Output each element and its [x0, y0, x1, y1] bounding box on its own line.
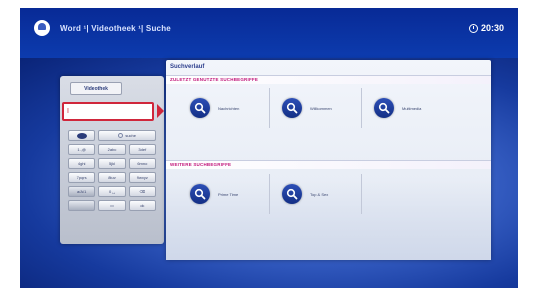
- search-icon: [282, 184, 302, 204]
- other-item-label: Top & Sex: [310, 191, 329, 197]
- search-history-panel: Suchverlauf ZULETZT GENUTZTE SUCHBEGRIFF…: [166, 60, 491, 260]
- breadcrumb: Word ¹| Videotheek ¹| Suche: [60, 23, 171, 33]
- search-icon: [374, 98, 394, 118]
- other-row: Prime Time Top & Sex: [178, 172, 488, 216]
- key-label: suche: [125, 133, 136, 138]
- section-other-header: WEITERE SUCHBEGRIFFE: [166, 160, 491, 169]
- key-7[interactable]: 7pqrs: [68, 172, 96, 183]
- empty-tile: [362, 174, 454, 214]
- key-ok[interactable]: ok: [128, 200, 156, 211]
- key-5[interactable]: 5jkl: [98, 158, 126, 169]
- key-6[interactable]: 6mno: [128, 158, 156, 169]
- panel-title: Suchverlauf: [170, 64, 205, 70]
- recent-item-label: Willkommen: [310, 105, 332, 111]
- recent-row: Nachrichten Willkommen Multimedia: [178, 86, 488, 130]
- key-0[interactable]: 0 ␣: [98, 186, 126, 197]
- eye-icon: [76, 132, 87, 139]
- key-3[interactable]: 3def: [128, 144, 156, 155]
- search-icon: [118, 133, 124, 138]
- clock: 20:30: [468, 23, 504, 33]
- key-eye[interactable]: [68, 130, 96, 141]
- section-recent-header: ZULETZT GENUTZTE SUCHBEGRIFFE: [166, 75, 491, 84]
- home-icon[interactable]: [34, 20, 50, 36]
- recent-item[interactable]: Willkommen: [270, 88, 362, 128]
- recent-item-label: Multimedia: [402, 105, 422, 111]
- keypad: suche 1.,@ 2abc 3def 4ghi 5jkl 6mno 7pqr…: [68, 130, 156, 211]
- tab-videothek[interactable]: Videothek: [70, 82, 122, 95]
- other-item-label: Prime Time: [218, 191, 239, 197]
- key-backspace[interactable]: ⌫: [128, 186, 156, 197]
- key-search[interactable]: suche: [98, 130, 156, 141]
- key-keyboard[interactable]: ▭: [98, 200, 126, 211]
- input-arrow-icon: [157, 104, 164, 118]
- key-blank[interactable]: [68, 200, 96, 211]
- other-item[interactable]: Prime Time: [178, 174, 270, 214]
- recent-item[interactable]: Nachrichten: [178, 88, 270, 128]
- other-item[interactable]: Top & Sex: [270, 174, 362, 214]
- keyboard-panel: Videothek I suche 1.,@ 2abc 3def 4ghi 5j…: [60, 76, 164, 244]
- recent-item[interactable]: Multimedia: [362, 88, 454, 128]
- search-input[interactable]: I: [62, 102, 154, 121]
- key-4[interactable]: 4ghi: [68, 158, 96, 169]
- key-8[interactable]: 8tuv: [98, 172, 126, 183]
- recent-item-label: Nachrichten: [218, 105, 240, 111]
- header-bar: Word ¹| Videotheek ¹| Suche 20:30: [20, 8, 518, 48]
- search-icon: [190, 98, 210, 118]
- clock-icon: [468, 23, 478, 33]
- key-1[interactable]: 1.,@: [68, 144, 96, 155]
- key-9[interactable]: 9wxyz: [128, 172, 156, 183]
- clock-time: 20:30: [480, 23, 504, 33]
- key-2[interactable]: 2abc: [98, 144, 126, 155]
- key-shift[interactable]: a/A/1: [68, 186, 96, 197]
- search-icon: [282, 98, 302, 118]
- search-icon: [190, 184, 210, 204]
